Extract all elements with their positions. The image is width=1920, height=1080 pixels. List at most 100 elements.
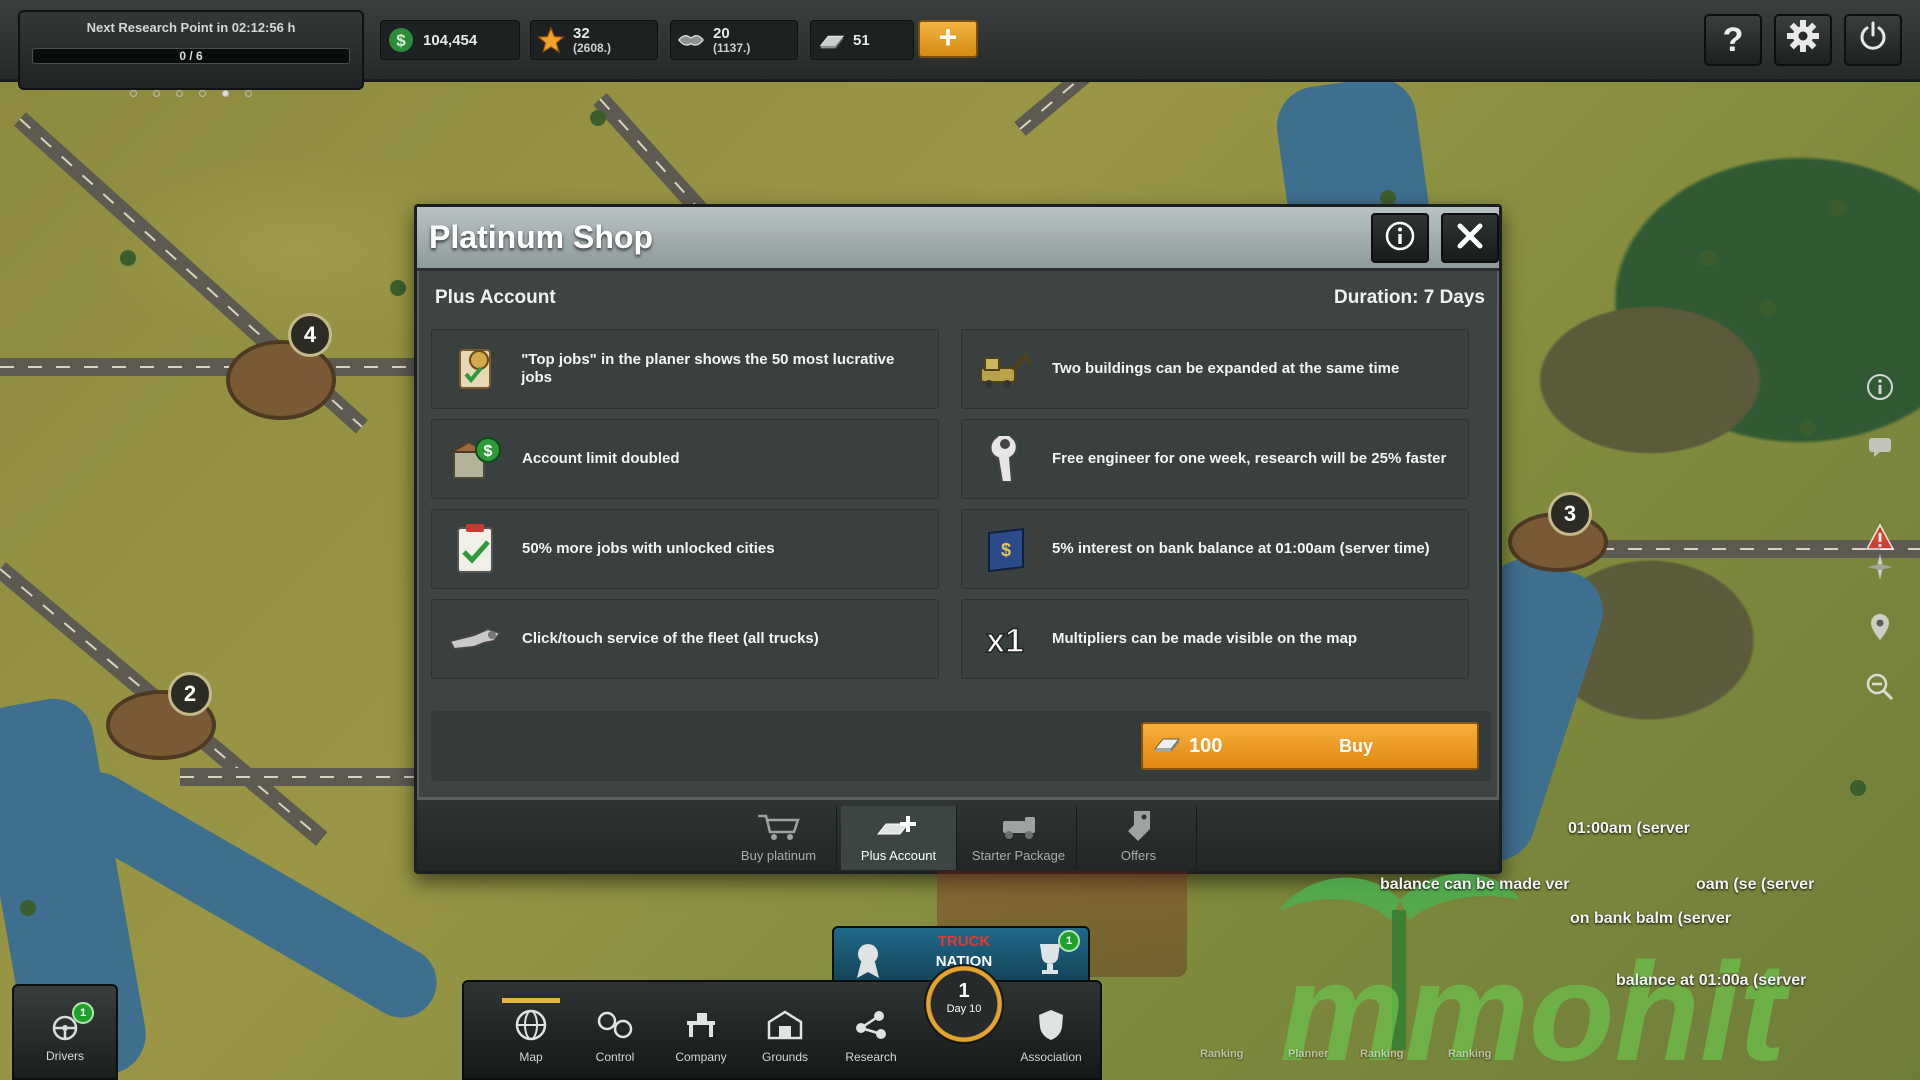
ghost-nav-label: Ranking (1200, 1048, 1244, 1060)
nav-label: Research (845, 1050, 897, 1064)
platinum-bar-icon (817, 26, 845, 54)
globe-icon (490, 1000, 572, 1050)
trophy-button[interactable]: 1 (1030, 930, 1080, 984)
tab-plus-account[interactable]: Plus Account (841, 806, 957, 870)
info-button[interactable] (1371, 213, 1429, 263)
nav-association[interactable]: Association (1010, 1000, 1092, 1078)
close-icon (1455, 221, 1485, 255)
nav-map[interactable]: Map (490, 998, 572, 1078)
compass-tool[interactable] (1860, 550, 1900, 590)
svg-text:x1: x1 (986, 622, 1024, 660)
handshake-icon (677, 26, 705, 54)
multiplier-x1-icon: x1 (974, 608, 1036, 670)
tab-buy-platinum[interactable]: Buy platinum (721, 806, 837, 870)
tab-label: Plus Account (860, 848, 937, 863)
page-dot[interactable] (176, 90, 183, 97)
overlay-text: 01:00am (server (1568, 820, 1690, 837)
page-dot-active[interactable] (222, 90, 229, 97)
tree (390, 280, 406, 296)
nav-grounds[interactable]: Grounds (744, 1000, 826, 1078)
logo-top: TRUCK (937, 933, 991, 950)
research-timer-panel[interactable]: Next Research Point in 02:12:56 h 0 / 6 (18, 10, 364, 97)
achievements-button[interactable] (848, 938, 892, 984)
platinum-plus-icon (841, 806, 956, 846)
nav-label: Association (1020, 1050, 1082, 1064)
nav-label: Grounds (761, 1050, 809, 1064)
top-bar: Next Research Point in 02:12:56 h 0 / 6 … (0, 0, 1920, 97)
road (180, 768, 420, 786)
feature-top-jobs: "Top jobs" in the planer shows the 50 mo… (431, 329, 939, 409)
research-timer-label: Next Research Point in 02:12:56 h (86, 20, 296, 35)
page-dot[interactable] (130, 90, 137, 97)
page-dot[interactable] (245, 90, 252, 97)
location-pin-icon (1869, 613, 1891, 648)
drivers-label: Drivers (46, 1049, 84, 1063)
power-button[interactable] (1844, 14, 1902, 66)
location-tool[interactable] (1860, 610, 1900, 650)
price: 100 (1151, 731, 1301, 761)
shield-icon (1010, 1000, 1092, 1050)
tree (1760, 300, 1776, 316)
day-counter[interactable]: 1 Day 10 (924, 964, 1004, 1044)
prestige-value: 32 (573, 24, 590, 42)
settings-button[interactable] (1774, 14, 1832, 66)
nav-control[interactable]: Control (574, 1000, 656, 1078)
prestige-counter[interactable]: 32 (2608.) (530, 20, 658, 60)
map-pin-2[interactable]: 2 (168, 672, 212, 716)
research-page-dots (20, 82, 362, 101)
platinum-counter[interactable]: 51 (810, 20, 914, 60)
svg-text:$: $ (1001, 540, 1011, 560)
research-network-icon (830, 1000, 912, 1050)
platinum-shop-dialog: Platinum Shop Plus Account Duration: 7 D… (414, 204, 1502, 977)
help-button[interactable]: ? (1704, 14, 1762, 66)
map-pin-3[interactable]: 3 (1548, 492, 1592, 536)
research-progress-bar: 0 / 6 (32, 48, 350, 64)
overlay-text: on bank balm (server (1570, 910, 1731, 927)
feature-text: Account limit doubled (522, 450, 680, 467)
feature-fleet-service: Click/touch service of the fleet (all tr… (431, 599, 939, 679)
feature-more-jobs: 50% more jobs with unlocked cities (431, 509, 939, 589)
add-platinum-button[interactable]: + (918, 20, 978, 58)
drivers-badge: 1 (72, 1002, 94, 1024)
dialog-header: Platinum Shop (417, 207, 1499, 271)
tree (1830, 200, 1846, 216)
svg-text:$: $ (484, 443, 493, 460)
feature-bank-interest: $ 5% interest on bank balance at 01:00am… (961, 509, 1469, 589)
top-jobs-icon (444, 338, 505, 400)
engineer-icon (974, 428, 1036, 490)
dollar-icon: $ (387, 26, 415, 54)
nav-research[interactable]: Research (830, 1000, 912, 1078)
feature-text: 50% more jobs with unlocked cities (522, 540, 775, 557)
svg-text:$: $ (396, 31, 406, 50)
platinum-value: 51 (853, 31, 870, 49)
ghost-nav-label: Ranking (1448, 1048, 1492, 1060)
nav-company[interactable]: Company (660, 1000, 742, 1078)
zoom-out-tool[interactable] (1860, 670, 1900, 710)
info-tool[interactable] (1860, 370, 1900, 410)
reputation-counter[interactable]: 20 (1137.) (670, 20, 798, 60)
day-number: 1 (958, 980, 970, 1002)
ghost-nav-label: Planner (1288, 1048, 1329, 1060)
feature-parallel-expansion: Two buildings can be expanded at the sam… (961, 329, 1469, 409)
drivers-button[interactable]: Drivers 1 (12, 984, 118, 1080)
money-counter[interactable]: $ 104,454 (380, 20, 520, 60)
day-label: Day 10 (946, 1003, 982, 1015)
road (0, 358, 440, 376)
dialog-title: Platinum Shop (429, 219, 653, 255)
feature-multipliers: x1 Multipliers can be made visible on th… (961, 599, 1469, 679)
bottom-navigation: Map Control Company Grounds Research Ass… (462, 980, 1102, 1080)
page-dot[interactable] (199, 90, 206, 97)
map-pin-4[interactable]: 4 (288, 313, 332, 357)
chat-tool[interactable] (1860, 430, 1900, 470)
close-button[interactable] (1441, 213, 1499, 263)
tab-label: Starter Package (971, 848, 1066, 863)
tab-starter-package[interactable]: Starter Package (961, 806, 1077, 870)
gear-icon (1786, 19, 1820, 62)
page-dot[interactable] (153, 90, 160, 97)
price-value: 100 (1189, 734, 1223, 757)
reputation-value: 20 (713, 24, 730, 42)
bank-book-icon: $ (974, 518, 1036, 580)
compass-icon (1866, 553, 1894, 588)
overlay-text: oam (se (server (1696, 876, 1815, 893)
buy-button[interactable]: 100 Buy (1141, 722, 1479, 770)
